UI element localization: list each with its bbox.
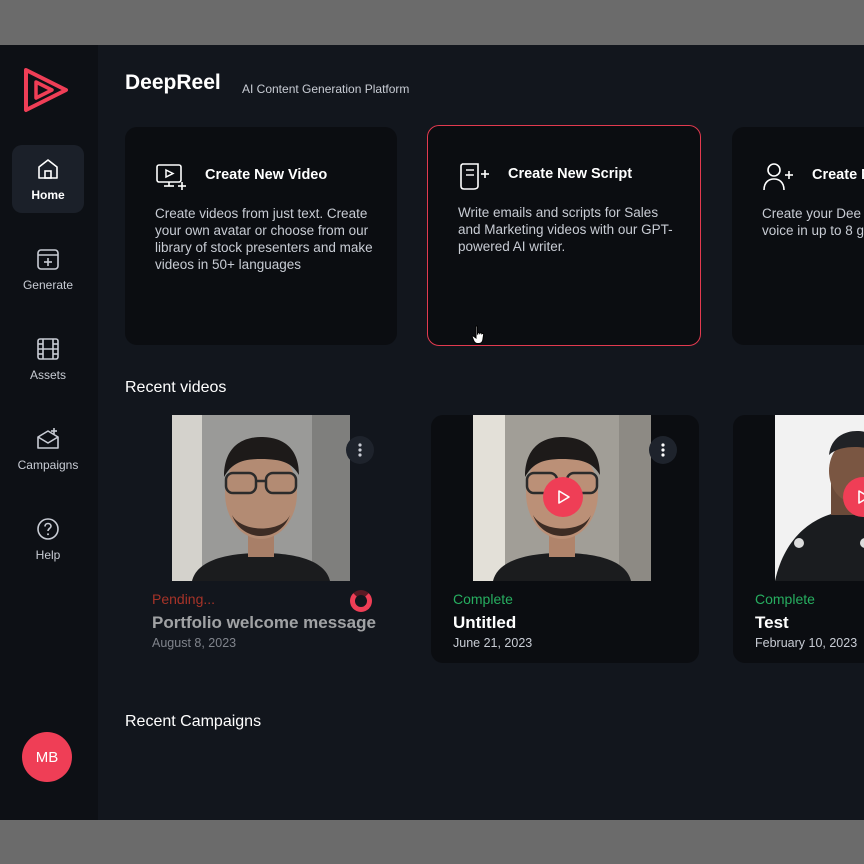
video-status: Pending... bbox=[152, 591, 216, 607]
video-date: June 21, 2023 bbox=[453, 636, 533, 650]
video-date: February 10, 2023 bbox=[755, 636, 858, 650]
person-thumbnail-image bbox=[172, 415, 350, 581]
video-card-untitled[interactable]: Complete Untitled June 21, 2023 bbox=[431, 415, 699, 663]
user-avatar-button[interactable]: MB bbox=[22, 732, 72, 782]
sidebar-item-label: Generate bbox=[22, 278, 74, 292]
card-title: Create New Script bbox=[508, 166, 633, 182]
deepreel-logo-icon[interactable] bbox=[22, 67, 70, 113]
play-icon bbox=[558, 490, 570, 504]
home-icon bbox=[38, 159, 58, 179]
video-add-icon bbox=[156, 164, 186, 190]
film-icon bbox=[37, 338, 59, 360]
user-add-icon bbox=[763, 163, 793, 191]
recent-videos-heading: Recent videos bbox=[125, 379, 227, 396]
more-vertical-icon bbox=[358, 443, 362, 457]
sidebar-item-assets[interactable]: Assets bbox=[12, 325, 84, 393]
card-description: Write emails and scripts for Sales and M… bbox=[458, 205, 673, 254]
loading-spinner-icon bbox=[350, 590, 372, 612]
card-description: Create your Dee Recreate your a voice in… bbox=[762, 206, 864, 238]
video-thumbnail[interactable] bbox=[172, 415, 350, 581]
help-icon bbox=[37, 518, 59, 540]
play-icon bbox=[858, 490, 864, 504]
more-options-button[interactable] bbox=[649, 436, 677, 464]
video-title: Test bbox=[755, 613, 789, 632]
more-options-button[interactable] bbox=[346, 436, 374, 464]
video-card-test[interactable]: Complete Test February 10, 2023 bbox=[733, 415, 864, 663]
app-window: Home Generate Assets Campaigns Help MB D… bbox=[0, 45, 864, 820]
sidebar-item-help[interactable]: Help bbox=[12, 505, 84, 573]
brand-name: DeepReel bbox=[125, 71, 221, 94]
card-title: Create N bbox=[812, 167, 864, 183]
sidebar-item-label: Assets bbox=[29, 368, 66, 382]
recent-campaigns-heading: Recent Campaigns bbox=[125, 713, 262, 730]
create-new-avatar-card[interactable]: Create N Create your Dee Recreate your a… bbox=[732, 127, 864, 345]
sidebar-item-generate[interactable]: Generate bbox=[12, 235, 84, 303]
sidebar-item-campaigns[interactable]: Campaigns bbox=[12, 415, 84, 483]
sidebar-item-label: Help bbox=[35, 548, 61, 562]
sidebar: Home Generate Assets Campaigns Help MB bbox=[0, 45, 98, 820]
more-vertical-icon bbox=[661, 443, 665, 457]
sidebar-item-label: Campaigns bbox=[17, 458, 79, 472]
video-card-portfolio[interactable]: Pending... Portfolio welcome message Aug… bbox=[130, 415, 398, 663]
video-status: Complete bbox=[755, 591, 815, 607]
sidebar-item-label: Home bbox=[31, 188, 65, 202]
campaign-icon bbox=[37, 428, 59, 449]
script-add-icon bbox=[460, 163, 489, 190]
play-button[interactable] bbox=[543, 477, 583, 517]
video-title: Portfolio welcome message bbox=[152, 613, 376, 632]
card-title: Create New Video bbox=[205, 167, 328, 183]
generate-icon bbox=[37, 249, 59, 270]
card-description: Create videos from just text. Create you… bbox=[155, 206, 373, 272]
brand-tagline: AI Content Generation Platform bbox=[242, 82, 410, 96]
create-new-script-card[interactable]: Create New Script Write emails and scrip… bbox=[427, 125, 701, 346]
create-new-video-card[interactable]: Create New Video Create videos from just… bbox=[125, 127, 397, 345]
video-status: Complete bbox=[453, 591, 513, 607]
hand-cursor-icon bbox=[471, 325, 485, 344]
video-title: Untitled bbox=[453, 613, 517, 632]
video-date: August 8, 2023 bbox=[152, 636, 237, 650]
sidebar-item-home[interactable]: Home bbox=[12, 145, 84, 213]
